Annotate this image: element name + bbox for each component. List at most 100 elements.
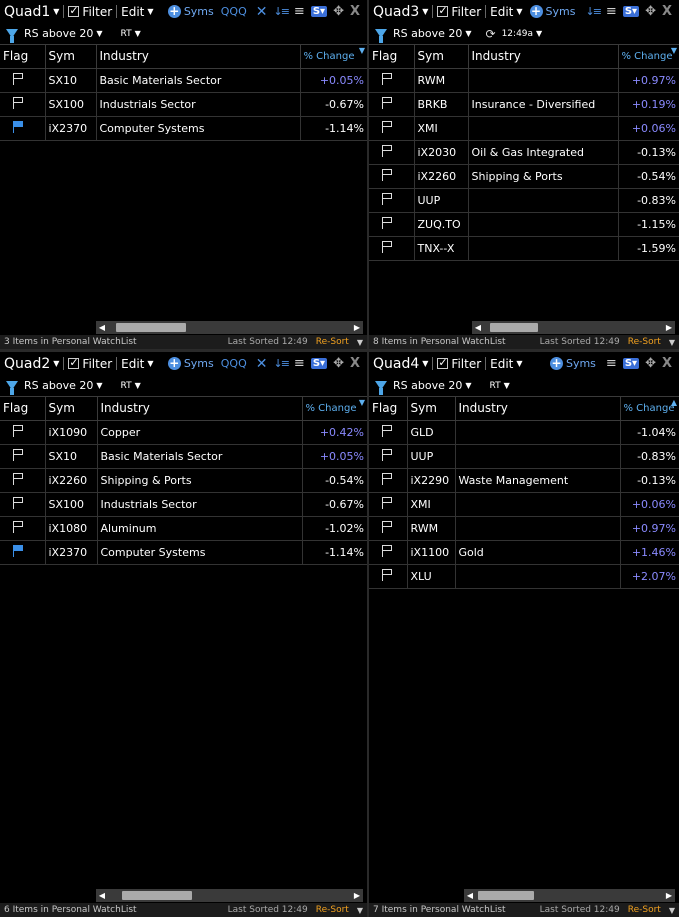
move-icon[interactable]: ✥ [645,356,656,371]
col-industry[interactable]: Industry [96,45,301,69]
filter-checkbox[interactable] [68,356,80,369]
edit-menu[interactable]: Edit [121,357,144,371]
flag-cell[interactable] [369,140,415,165]
flag-icon[interactable] [381,424,393,437]
col-flag[interactable]: Flag [369,45,415,69]
table-row[interactable]: UUP -0.83% [369,188,679,213]
table-row[interactable]: iX1100 Gold +1.46% [369,540,679,565]
table-row[interactable]: TNX--X -1.59% [369,236,679,261]
flag-cell[interactable] [369,212,415,237]
scroll-left-icon[interactable]: ◀ [96,889,108,902]
col-flag[interactable]: Flag [0,397,46,421]
menu-icon[interactable]: ≡ [294,356,305,371]
filter-name[interactable]: RS above 20 [24,27,93,40]
menu-icon[interactable]: ≡ [294,4,305,19]
chevron-down-icon[interactable]: ▼ [516,7,522,16]
pane-title[interactable]: Quad4 [373,356,419,372]
refresh-icon[interactable]: ⟳ [486,27,496,41]
table-row[interactable]: GLD -1.04% [369,420,679,445]
add-icon[interactable]: + [167,357,181,370]
filter-name[interactable]: RS above 20 [24,379,93,392]
flag-cell[interactable] [369,516,408,541]
add-icon[interactable]: + [529,5,543,18]
chevron-down-icon[interactable]: ▼ [53,7,59,16]
close-icon[interactable]: X [350,4,360,19]
scroll-thumb[interactable] [116,323,186,332]
table-row[interactable]: iX2030 Oil & Gas Integrated -0.13% [369,140,679,165]
flag-icon[interactable] [381,448,393,461]
col-change[interactable]: % Change ▼ [300,45,367,69]
table-row[interactable]: ZUQ.TO -1.15% [369,212,679,237]
sort-icon[interactable]: ↓≡ [585,5,602,18]
chevron-down-icon[interactable]: ▼ [536,29,542,38]
flag-icon[interactable] [381,472,393,485]
table-row[interactable]: RWM +0.97% [369,68,679,93]
horizontal-scrollbar[interactable]: ◀ ▶ [464,889,675,902]
flag-cell[interactable] [0,444,46,469]
chevron-down-icon[interactable]: ▼ [135,381,141,390]
chevron-down-icon[interactable]: ▼ [147,7,153,16]
scroll-left-icon[interactable]: ◀ [464,889,476,902]
add-icon[interactable]: + [549,357,563,370]
col-change[interactable]: % Change ▼ [618,45,679,69]
flag-cell[interactable] [369,116,415,141]
filter-checkbox[interactable] [437,4,449,17]
flag-icon[interactable] [12,520,24,533]
scroll-right-icon[interactable]: ▶ [351,889,363,902]
refresh-time[interactable]: 12:49a [502,29,533,39]
flag-cell[interactable] [369,564,408,589]
flag-cell[interactable] [369,492,408,517]
col-industry[interactable]: Industry [455,397,621,421]
table-row[interactable]: iX1090 Copper +0.42% [0,420,367,445]
qqq-button[interactable]: QQQ [221,357,247,370]
funnel-icon[interactable] [375,29,387,43]
table-row[interactable]: iX2370 Computer Systems -1.14% [0,116,367,141]
scroll-thumb[interactable] [478,891,534,900]
flag-cell[interactable] [369,468,408,493]
resort-button[interactable]: Re-Sort [628,905,661,915]
flag-cell[interactable] [369,68,415,93]
add-icon[interactable]: + [167,5,181,18]
flag-icon[interactable] [12,120,24,133]
pane-title[interactable]: Quad2 [4,356,50,372]
funnel-icon[interactable] [6,381,18,395]
flag-icon[interactable] [12,96,24,109]
table-row[interactable]: iX2290 Waste Management -0.13% [369,468,679,493]
flag-icon[interactable] [381,144,393,157]
menu-icon[interactable]: ≡ [606,356,617,371]
flag-cell[interactable] [0,516,46,541]
chevron-down-icon[interactable]: ▼ [465,381,471,390]
chevron-down-icon[interactable]: ▼ [504,381,510,390]
chevron-down-icon[interactable]: ▼ [422,359,428,368]
flag-icon[interactable] [381,544,393,557]
col-sym[interactable]: Sym [45,397,98,421]
resort-button[interactable]: Re-Sort [316,905,349,915]
table-row[interactable]: XLU +2.07% [369,564,679,589]
col-flag[interactable]: Flag [369,397,408,421]
filter-checkbox[interactable] [437,356,449,369]
scroll-right-icon[interactable]: ▶ [351,321,363,334]
edit-menu[interactable]: Edit [490,357,513,371]
flag-cell[interactable] [0,92,46,117]
flag-cell[interactable] [369,164,415,189]
table-row[interactable]: BRKB Insurance - Diversified +0.19% [369,92,679,117]
move-icon[interactable]: ✥ [645,4,656,19]
chevron-down-icon[interactable]: ▼ [516,359,522,368]
table-row[interactable]: UUP -0.83% [369,444,679,469]
flag-icon[interactable] [381,496,393,509]
col-industry[interactable]: Industry [468,45,619,69]
scroll-left-icon[interactable]: ◀ [472,321,484,334]
table-row[interactable]: SX100 Industrials Sector -0.67% [0,492,367,517]
resort-button[interactable]: Re-Sort [316,337,349,347]
flag-icon[interactable] [381,568,393,581]
rt-label[interactable]: RT [121,29,132,39]
flag-cell[interactable] [369,92,415,117]
chevron-down-icon[interactable]: ▼ [669,338,675,347]
syms-button[interactable]: Syms [184,5,214,18]
s-menu-icon[interactable]: S▾ [310,6,328,17]
flag-icon[interactable] [381,216,393,229]
flag-icon[interactable] [12,472,24,485]
move-icon[interactable]: ✥ [333,356,344,371]
flag-icon[interactable] [12,496,24,509]
s-menu-icon[interactable]: S▾ [310,358,328,369]
